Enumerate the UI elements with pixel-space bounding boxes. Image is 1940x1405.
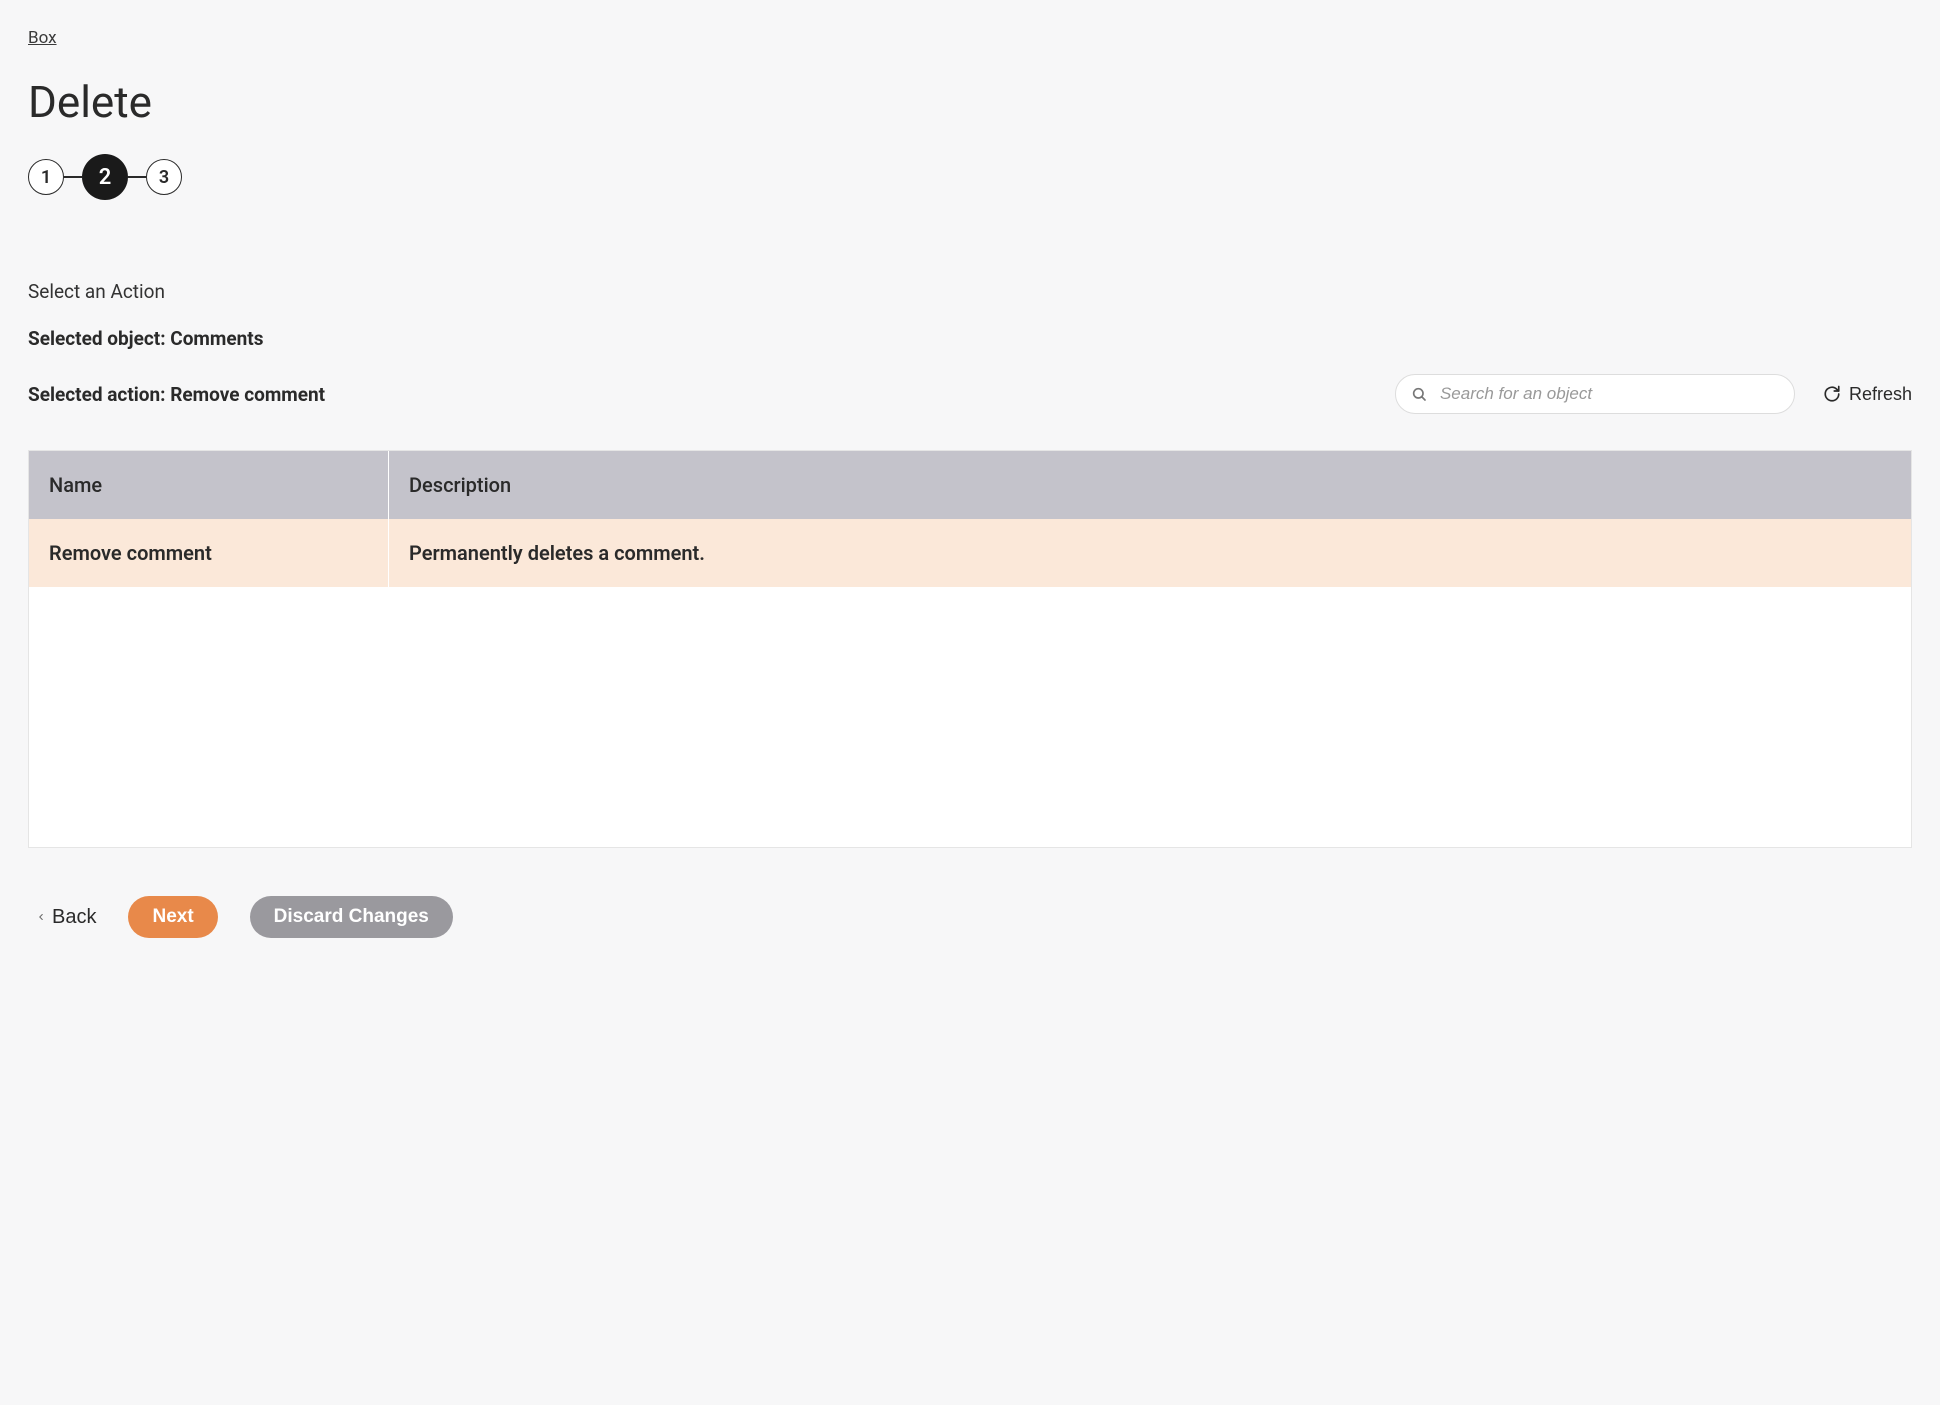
back-button[interactable]: Back bbox=[36, 906, 96, 929]
page-title: Delete bbox=[28, 76, 1912, 128]
cell-description: Permanently deletes a comment. bbox=[389, 519, 1911, 587]
table-empty-space bbox=[29, 587, 1911, 847]
next-button[interactable]: Next bbox=[128, 896, 217, 938]
step-2[interactable]: 2 bbox=[82, 154, 128, 200]
chevron-left-icon bbox=[36, 910, 46, 924]
footer-actions: Back Next Discard Changes bbox=[28, 896, 1912, 938]
stepper: 1 2 3 bbox=[28, 154, 1912, 200]
step-connector bbox=[64, 176, 82, 178]
search-icon bbox=[1411, 386, 1427, 402]
column-header-name[interactable]: Name bbox=[29, 451, 389, 519]
search-box bbox=[1395, 374, 1795, 414]
column-header-description[interactable]: Description bbox=[389, 451, 1911, 519]
table-row[interactable]: Remove comment Permanently deletes a com… bbox=[29, 519, 1911, 587]
table-header: Name Description bbox=[29, 451, 1911, 519]
step-1[interactable]: 1 bbox=[28, 159, 64, 195]
refresh-icon bbox=[1823, 385, 1841, 403]
search-input[interactable] bbox=[1395, 374, 1795, 414]
discard-button[interactable]: Discard Changes bbox=[250, 896, 453, 938]
step-connector bbox=[128, 176, 146, 178]
step-3[interactable]: 3 bbox=[146, 159, 182, 195]
breadcrumb-link[interactable]: Box bbox=[28, 28, 57, 48]
refresh-button[interactable]: Refresh bbox=[1823, 384, 1912, 405]
selected-object-line: Selected object: Comments bbox=[28, 327, 1912, 350]
selected-action-line: Selected action: Remove comment bbox=[28, 383, 325, 406]
back-label: Back bbox=[52, 906, 96, 929]
actions-table: Name Description Remove comment Permanen… bbox=[28, 450, 1912, 848]
refresh-label: Refresh bbox=[1849, 384, 1912, 405]
section-subheading: Select an Action bbox=[28, 280, 1912, 303]
cell-name: Remove comment bbox=[29, 519, 389, 587]
